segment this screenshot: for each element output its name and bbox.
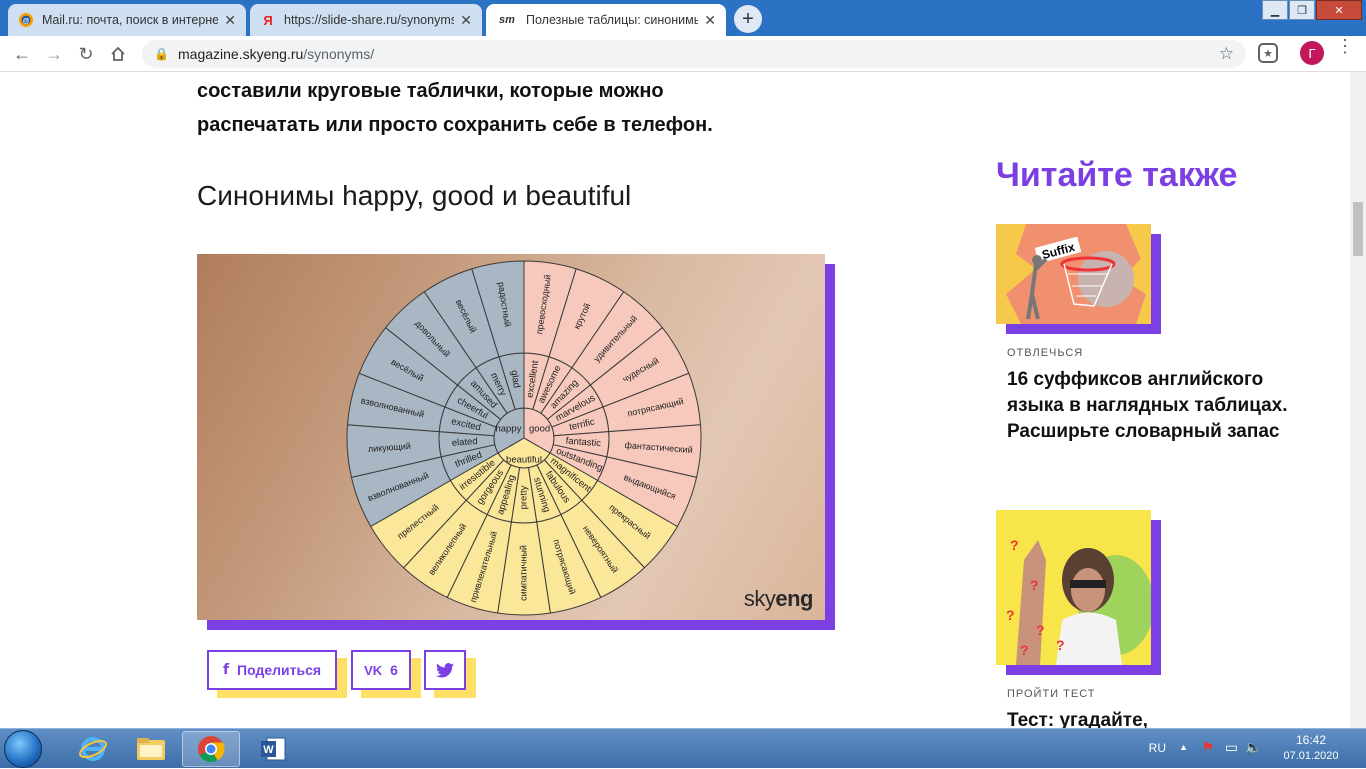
new-tab-button[interactable]: +	[734, 5, 762, 33]
address-toolbar: ← → ↻ 🔒 magazine.skyeng.ru/synonyms/ ☆	[0, 36, 1366, 72]
happy-mid-label: elated	[451, 436, 478, 449]
page-scrollbar[interactable]	[1350, 72, 1366, 728]
vk-icon: VK	[364, 662, 383, 678]
beautiful-mid-label: pretty	[519, 485, 530, 509]
tab-title: https://slide-share.ru/synonyms-	[284, 13, 455, 27]
share-facebook-button[interactable]: f Поделиться	[207, 650, 347, 698]
url-field[interactable]: 🔒 magazine.skyeng.ru/synonyms/ ☆	[142, 40, 1246, 68]
flag-icon[interactable]: ⚑	[1201, 739, 1214, 756]
clock-time: 16:42	[1295, 733, 1327, 747]
synonyms-wheel-image: excellent превосходный awesome крутой amazin…	[197, 254, 835, 630]
beautiful-outer-label: симпатичный	[518, 545, 528, 601]
card-image-test[interactable]: ??????	[996, 510, 1161, 675]
url-domain: magazine.skyeng.ru	[178, 46, 304, 62]
back-button[interactable]: ←	[10, 42, 34, 66]
center-label-beautiful: beautiful	[506, 455, 542, 466]
maximize-button[interactable]: ❐	[1289, 0, 1315, 20]
tab-mailru[interactable]: @ Mail.ru: почта, поиск в интернете ✕	[8, 4, 246, 36]
bookmark-star-icon[interactable]: ☆	[1219, 44, 1234, 64]
close-tab-icon[interactable]: ✕	[224, 12, 236, 29]
explorer-icon[interactable]	[122, 731, 180, 767]
image-background: excellent превосходный awesome крутой amazin…	[197, 254, 825, 620]
card-title[interactable]: 16 суффиксов английского языка в наглядн…	[1007, 367, 1297, 445]
svg-text:@: @	[23, 18, 30, 25]
center-label-happy: happy	[495, 424, 521, 435]
windows-taskbar: W RU ▲ ⚑ ▭ 🔈 16:42 07.01.2020	[0, 728, 1366, 768]
language-indicator[interactable]: RU	[1149, 741, 1166, 755]
svg-text:?: ?	[1020, 642, 1029, 658]
article-intro: составили круговые таблички, которые мож…	[197, 74, 797, 142]
svg-text:W: W	[263, 744, 274, 756]
synonym-wheel: excellentпревосходныйawesomeкрутойamazin…	[346, 260, 702, 616]
card-image-suffix[interactable]: Suffix	[996, 224, 1161, 334]
show-hidden-icons-icon[interactable]: ▲	[1179, 742, 1188, 752]
tab-title: Mail.ru: почта, поиск в интернете	[42, 13, 219, 27]
share-label: Поделиться	[237, 662, 322, 678]
svg-text:?: ?	[1056, 637, 1065, 653]
twitter-icon	[436, 662, 454, 678]
tab-skyeng[interactable]: sm Полезные таблицы: синонимы ✕	[486, 4, 726, 36]
close-tab-icon[interactable]: ✕	[704, 12, 716, 29]
chrome-icon[interactable]	[182, 731, 240, 767]
clock[interactable]: 16:42 07.01.2020	[1276, 733, 1346, 762]
card-category: ПРОЙТИ ТЕСТ	[1007, 688, 1096, 700]
svg-text:?: ?	[1006, 607, 1015, 623]
close-tab-icon[interactable]: ✕	[460, 12, 472, 29]
share-twitter-inner[interactable]	[424, 650, 466, 690]
yandex-icon: Я	[263, 12, 273, 28]
svg-text:?: ?	[1036, 622, 1045, 638]
skyeng-icon: sm	[499, 14, 515, 26]
aside-title: Читайте также	[996, 156, 1238, 194]
share-facebook-inner[interactable]: f Поделиться	[207, 650, 337, 690]
url-path: /synonyms/	[303, 46, 375, 62]
share-vk-button[interactable]: VK 6	[351, 650, 421, 698]
browser-menu-icon[interactable]: ⋮	[1336, 37, 1354, 55]
home-button[interactable]	[106, 42, 130, 66]
card-title[interactable]: Тест: угадайте,	[1007, 708, 1297, 728]
network-icon[interactable]: ▭	[1225, 739, 1238, 756]
svg-text:?: ?	[1010, 537, 1019, 553]
lock-icon: 🔒	[154, 47, 169, 61]
forward-button[interactable]: →	[42, 42, 66, 66]
close-window-button[interactable]: ✕	[1316, 0, 1362, 20]
extension-icon[interactable]: ★	[1258, 43, 1278, 63]
svg-text:?: ?	[1030, 577, 1039, 593]
mailru-icon: @	[18, 12, 34, 28]
clock-date: 07.01.2020	[1283, 750, 1339, 762]
skyeng-logo: skyeng	[743, 586, 814, 611]
minimize-button[interactable]: ▁	[1262, 0, 1288, 20]
ie-icon[interactable]	[64, 731, 122, 767]
page-content: составили круговые таблички, которые мож…	[0, 72, 1350, 728]
tab-title: Полезные таблицы: синонимы	[526, 13, 699, 27]
facebook-icon: f	[222, 662, 230, 678]
vk-count: 6	[390, 662, 398, 678]
card-category: ОТВЛЕЧЬСЯ	[1007, 347, 1084, 359]
volume-icon[interactable]: 🔈	[1245, 739, 1262, 756]
share-vk-inner[interactable]: VK 6	[351, 650, 411, 690]
word-icon[interactable]: W	[244, 731, 302, 767]
start-button[interactable]	[4, 730, 42, 768]
center-label-good: good	[529, 424, 550, 435]
profile-avatar[interactable]: Г	[1300, 41, 1324, 65]
intro-line: составили круговые таблички, которые мож…	[197, 80, 664, 102]
browser-tab-bar: @ Mail.ru: почта, поиск в интернете ✕ Я …	[0, 0, 1366, 36]
suffix-illustration: Suffix	[996, 224, 1151, 324]
section-heading: Синонимы happy, good и beautiful	[197, 180, 632, 211]
scrollbar-thumb[interactable]	[1353, 202, 1363, 256]
test-illustration: ??????	[996, 510, 1151, 665]
reload-button[interactable]: ↻	[74, 42, 98, 66]
intro-line: распечатать или просто сохранить себе в …	[197, 114, 713, 136]
tab-slide-share[interactable]: Я https://slide-share.ru/synonyms- ✕	[250, 4, 482, 36]
share-twitter-button[interactable]	[424, 650, 476, 698]
